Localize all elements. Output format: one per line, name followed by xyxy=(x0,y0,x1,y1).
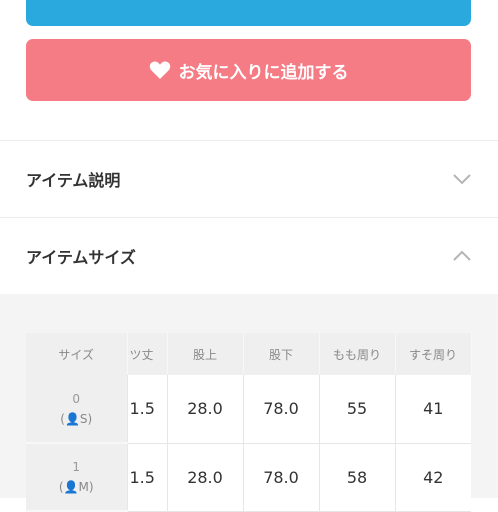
header-size: サイズ xyxy=(26,333,128,375)
cell-hem: 41 xyxy=(394,375,471,444)
size-code: (👤S) xyxy=(60,411,93,426)
cell-inseam: 78.0 xyxy=(242,375,319,444)
cell-length: 1.5 xyxy=(126,443,167,512)
cell-rise: 28.0 xyxy=(166,375,243,444)
heart-icon xyxy=(149,60,171,80)
size-number: 1 xyxy=(72,460,81,474)
chevron-up-icon[interactable] xyxy=(452,250,472,262)
cell-thigh: 58 xyxy=(318,443,395,512)
table-row: 0 (👤S) 1.5 28.0 78.0 55 41 xyxy=(26,375,471,444)
table-header-row: サイズ ツ丈 股上 股下 もも周り すそ周り xyxy=(26,333,472,375)
size-number: 0 xyxy=(72,391,81,406)
cell-thigh: 55 xyxy=(318,375,395,444)
header-inseam: 股下 xyxy=(243,333,320,375)
header-hem: すそ周り xyxy=(395,333,472,375)
size-code: (👤M) xyxy=(58,480,94,494)
add-to-favorites-label: お気に入りに追加する xyxy=(178,62,349,83)
cell-inseam: 78.0 xyxy=(242,443,319,512)
cell-length: 1.5 xyxy=(126,375,167,444)
chevron-down-icon[interactable] xyxy=(452,173,472,185)
size-label-cell: 1 (👤M) xyxy=(26,443,127,512)
size-label-cell: 0 (👤S) xyxy=(26,375,127,444)
add-to-favorites-button[interactable]: お気に入りに追加する xyxy=(26,39,471,101)
header-length: ツ丈 xyxy=(127,333,168,375)
item-description-title: アイテム説明 xyxy=(26,171,121,190)
cell-rise: 28.0 xyxy=(166,443,243,512)
cell-hem: 42 xyxy=(394,443,471,512)
item-size-title: アイテムサイズ xyxy=(26,248,136,267)
person-icon: 👤 xyxy=(63,480,79,494)
header-rise: 股上 xyxy=(167,333,244,375)
table-row: 1 (👤M) 1.5 28.0 78.0 58 42 xyxy=(26,443,471,512)
primary-action-button[interactable] xyxy=(26,0,471,26)
person-icon: 👤 xyxy=(64,411,80,426)
header-thigh: もも周り xyxy=(319,333,396,375)
size-table: サイズ ツ丈 股上 股下 もも周り すそ周り 0 (👤S) 1.5 28.0 7… xyxy=(26,333,472,512)
item-size-section[interactable]: アイテムサイズ xyxy=(0,218,498,294)
item-description-section[interactable]: アイテム説明 xyxy=(0,141,498,217)
